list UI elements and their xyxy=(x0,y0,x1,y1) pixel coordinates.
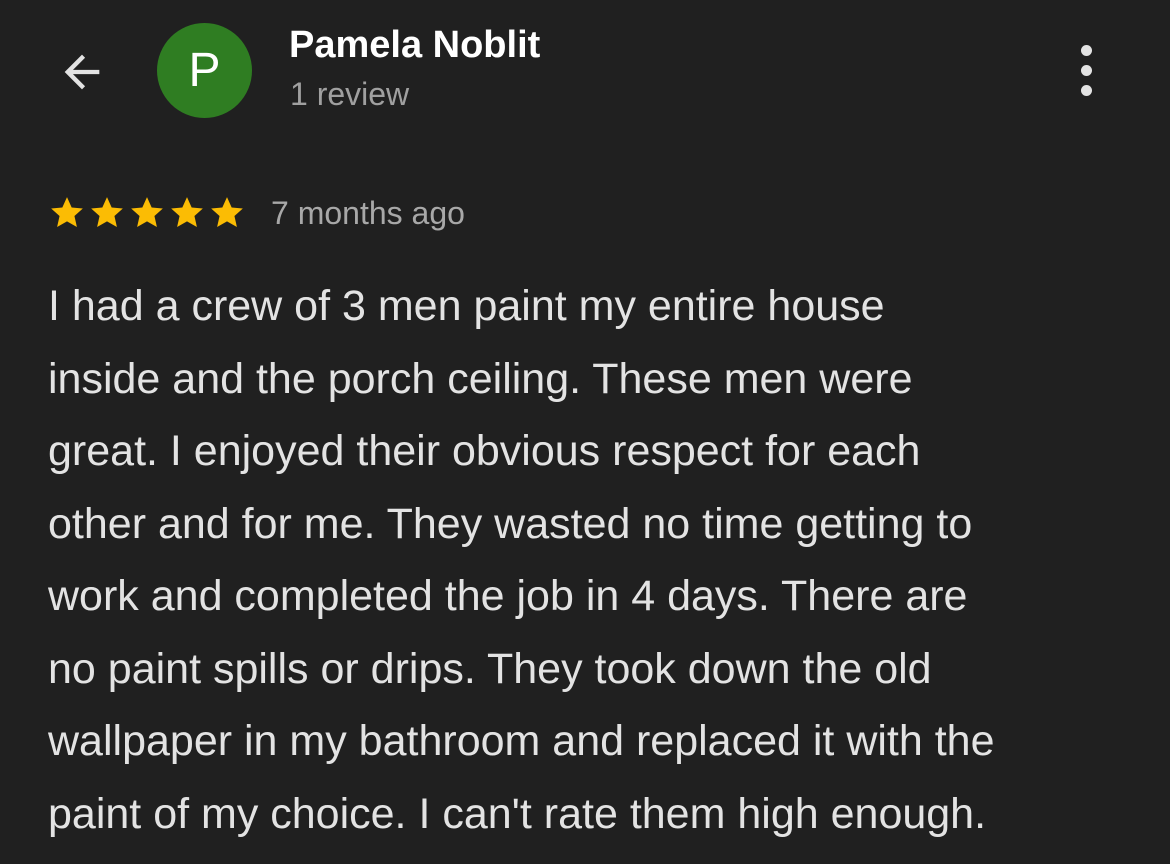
avatar-letter: P xyxy=(188,44,221,97)
review-text-line: paint of my choice. I can't rate them hi… xyxy=(48,789,987,838)
review-text-line: no paint spills or drips. They took down… xyxy=(48,644,932,693)
review-text-line: I had a crew of 3 men paint my entire ho… xyxy=(48,282,885,330)
star-rating xyxy=(48,194,246,232)
review-text-line: work and completed the job in 4 days. Th… xyxy=(48,572,968,620)
more-vert-icon xyxy=(1080,44,1092,56)
arrow-back-icon xyxy=(64,54,100,90)
more-options-button[interactable] xyxy=(1062,40,1110,100)
avatar[interactable]: P xyxy=(157,23,252,118)
review-text-line: wallpaper in my bathroom and replaced it… xyxy=(48,717,995,765)
review-count: 1 review xyxy=(290,76,410,112)
star-icon xyxy=(91,197,123,228)
review-text-line: great. I enjoyed their obvious respect f… xyxy=(48,427,921,475)
star-icon xyxy=(171,197,203,228)
more-vert-icon-dot xyxy=(1080,84,1092,96)
star-icon xyxy=(131,197,163,228)
rating-row: 7 months ago xyxy=(48,188,465,238)
reviewer-header: P Pamela Noblit 1 review xyxy=(0,0,1170,140)
review-date: 7 months ago xyxy=(271,194,465,231)
review-text-line: inside and the porch ceiling. These men … xyxy=(48,354,913,403)
more-vert-icon-dot xyxy=(1080,64,1092,76)
review-text: I had a crew of 3 men paint my entire ho… xyxy=(48,270,1148,850)
back-button[interactable] xyxy=(52,42,112,102)
reviewer-name[interactable]: Pamela Noblit xyxy=(289,24,540,67)
star-icon xyxy=(211,197,243,228)
review-text-line: other and for me. They wasted no time ge… xyxy=(48,499,973,548)
star-icon xyxy=(51,197,83,228)
